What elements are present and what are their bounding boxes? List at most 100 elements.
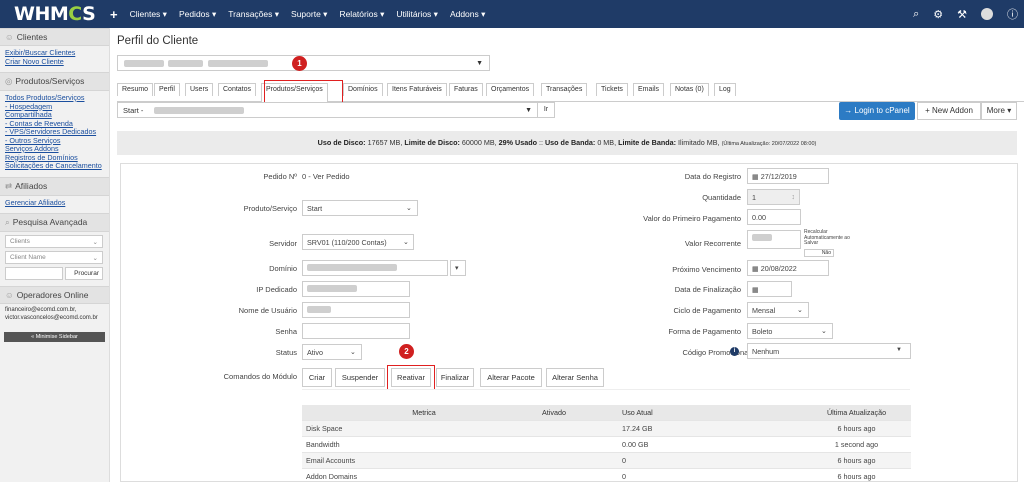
recurring-input[interactable] (747, 230, 801, 249)
box-icon: ◎ (5, 76, 13, 86)
change-password-button[interactable]: Alterar Senha (546, 368, 604, 387)
sidebar-link-new-client[interactable]: Criar Novo Cliente (5, 57, 104, 67)
nav-addons[interactable]: Addons ▾ (450, 9, 485, 20)
tab-perfil[interactable]: Perfil (154, 83, 180, 96)
col-metric: Metrica (412, 408, 436, 417)
metrics-table: Metrica Ativado Uso Atual Última Atualiz… (302, 405, 911, 482)
server-select[interactable]: SRV01 (110/200 Contas) ⌄ (302, 234, 414, 250)
terminate-button[interactable]: Finalizar (436, 368, 474, 387)
col-enabled: Ativado (542, 408, 566, 417)
sidebar-link-cancellations[interactable]: Solicitações de Cancelamento (5, 161, 104, 171)
recalc-label: Recalcular Automaticamente ao Salvar (804, 229, 850, 246)
metric-name: Email Accounts (306, 456, 356, 465)
status-select[interactable]: Ativo ⌄ (302, 344, 362, 360)
col-usage: Uso Atual (622, 408, 653, 417)
main-content: Perfil do Cliente ▼ Resumo Perfil Users … (110, 28, 1024, 482)
top-icons: ⌕ ⚙ ⚒ ⓘ (913, 0, 1018, 28)
go-button[interactable]: Ir (537, 102, 555, 118)
help-icon[interactable]: ⓘ (1007, 6, 1018, 22)
nav-relatorios[interactable]: Relatórios ▾ (339, 9, 384, 20)
payment-method-select[interactable]: Boleto ⌄ (747, 323, 833, 339)
tab-emails[interactable]: Emails (633, 83, 665, 96)
tab-dominios[interactable]: Domínios (343, 83, 383, 96)
suspend-button[interactable]: Suspender (335, 368, 385, 387)
minimise-sidebar-button[interactable]: « Minimise Sidebar (4, 332, 105, 342)
tab-resumo[interactable]: Resumo (117, 83, 154, 96)
create-button[interactable]: Criar (302, 368, 332, 387)
chevron-down-icon: ⌄ (92, 239, 98, 246)
tab-users[interactable]: Users (185, 83, 214, 96)
tab-itens-faturaveis[interactable]: Itens Faturáveis (387, 83, 447, 96)
nav-transacoes[interactable]: Transações ▾ (228, 9, 279, 20)
promo-code-label: Código Promocional (682, 348, 750, 357)
tab-orcamentos[interactable]: Orçamentos (486, 83, 535, 96)
ip-input[interactable] (302, 281, 410, 297)
tab-tickets[interactable]: Tickets (596, 83, 628, 96)
search-people-icon: ⌕ (5, 217, 10, 227)
new-addon-button[interactable]: + New Addon (917, 102, 981, 120)
sidebar-clients-header: ☺ Clientes (0, 28, 109, 46)
login-cpanel-button[interactable]: → Login to cPanel (839, 102, 915, 120)
table-row: Addon Domains 0 6 hours ago (302, 469, 911, 482)
domain-dropdown-button[interactable]: ▾ (450, 260, 466, 276)
more-button[interactable]: More ▾ (981, 102, 1017, 120)
domain-input[interactable] (302, 260, 448, 276)
end-date-input[interactable]: ▦ (747, 281, 792, 297)
caret-down-icon: ▼ (476, 60, 483, 67)
search-input[interactable] (5, 267, 63, 280)
calendar-icon: ▦ (752, 285, 759, 294)
redacted-text (168, 60, 203, 67)
search-type-select[interactable]: Clients ⌄ (5, 235, 103, 248)
qty-label: Quantidade (702, 193, 741, 202)
tab-contatos[interactable]: Contatos (218, 83, 257, 96)
metric-updated: 1 second ago (834, 440, 879, 449)
redacted-text (208, 60, 268, 67)
billing-cycle-select[interactable]: Mensal ⌄ (747, 302, 809, 318)
payment-method-label: Forma de Pagamento (668, 327, 741, 336)
avatar[interactable] (981, 8, 993, 20)
chevron-down-icon: ⌄ (796, 305, 803, 314)
tab-faturas[interactable]: Faturas (449, 83, 483, 96)
main-nav: + Clientes ▾ Pedidos ▾ Transações ▾ Supo… (110, 7, 485, 22)
info-icon[interactable]: i (730, 347, 739, 356)
redacted-text (752, 234, 772, 241)
promo-code-select[interactable]: Nenhum ▼ (747, 343, 911, 359)
sidebar-link-affiliates[interactable]: Gerenciar Afiliados (5, 198, 104, 208)
metric-usage: 0.00 GB (622, 440, 649, 449)
plus-icon[interactable]: + (110, 7, 118, 22)
search-icon[interactable]: ⌕ (913, 8, 919, 21)
nav-clientes[interactable]: Clientes ▾ (130, 9, 167, 20)
gears-icon[interactable]: ⚙ (933, 8, 943, 21)
nav-suporte[interactable]: Suporte ▾ (291, 9, 327, 20)
first-payment-input[interactable]: 0.00 (747, 209, 801, 225)
tab-transacoes[interactable]: Transações (541, 83, 588, 96)
whmcs-logo[interactable]: WHMCS (0, 3, 110, 25)
username-input[interactable] (302, 302, 410, 318)
metric-updated: 6 hours ago (837, 424, 876, 433)
recurring-label: Valor Recorrente (684, 239, 741, 248)
search-button[interactable]: Procurar (65, 267, 103, 280)
search-field-select[interactable]: Client Name ⌄ (5, 251, 103, 264)
nav-pedidos[interactable]: Pedidos ▾ (179, 9, 216, 20)
step-badge-1: 1 (292, 56, 307, 71)
recalc-toggle[interactable]: Não (804, 249, 834, 257)
service-select[interactable]: Start - ▼ (117, 102, 539, 118)
module-commands-label: Comandos do Módulo (223, 372, 297, 381)
change-package-button[interactable]: Alterar Pacote (480, 368, 542, 387)
sign-in-icon: → (844, 106, 853, 115)
next-due-label: Próximo Vencimento (672, 265, 741, 274)
next-due-input[interactable]: ▦ 20/08/2022 (747, 260, 829, 276)
domain-label: Domínio (269, 264, 297, 273)
chevron-down-icon: ⌄ (405, 203, 412, 212)
nav-utilitarios[interactable]: Utilitários ▾ (396, 9, 438, 20)
highlight-box-reactivate (387, 365, 435, 390)
order-link[interactable]: 0 - Ver Pedido (302, 172, 350, 181)
reg-date-input[interactable]: ▦ 27/12/2019 (747, 168, 829, 184)
wrench-icon[interactable]: ⚒ (957, 8, 967, 21)
password-input[interactable] (302, 323, 410, 339)
tab-log[interactable]: Log (714, 83, 736, 96)
tab-notas[interactable]: Notas (0) (670, 83, 709, 96)
usage-summary: Uso de Disco: 17657 MB, Limite de Disco:… (117, 131, 1017, 155)
product-select[interactable]: Start ⌄ (302, 200, 418, 216)
qty-input[interactable]: 1 ↕ (747, 189, 800, 205)
